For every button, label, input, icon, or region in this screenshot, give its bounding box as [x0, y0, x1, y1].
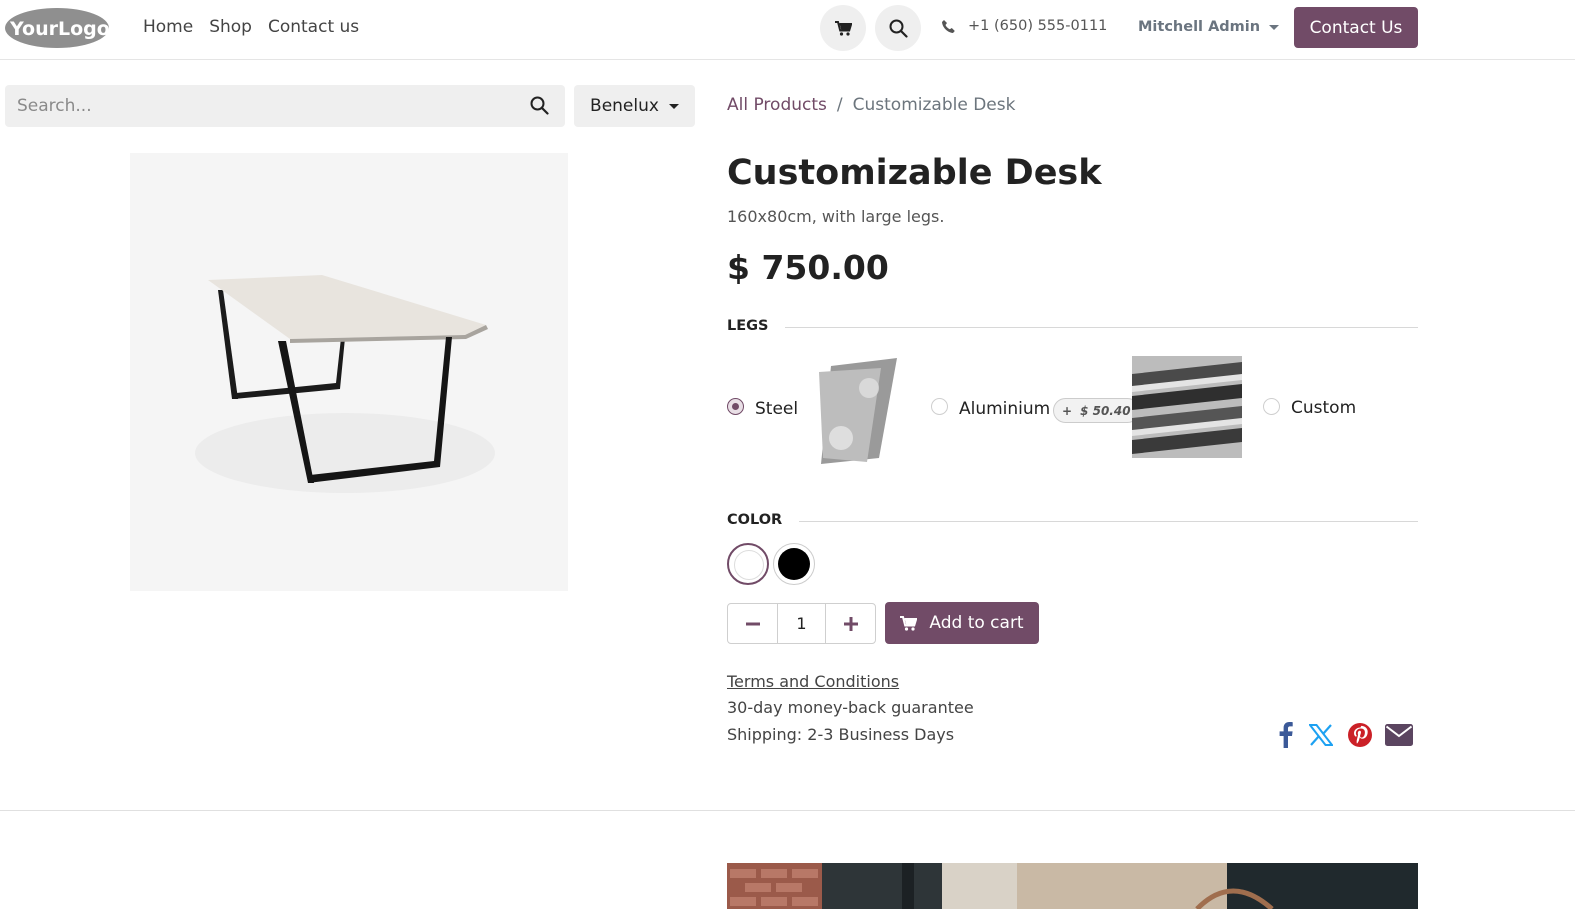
legs-option-steel-label[interactable]: Steel	[755, 399, 798, 419]
quantity-increase-button[interactable]	[826, 604, 875, 643]
legs-option-steel-image[interactable]	[817, 358, 899, 464]
facebook-icon	[1279, 722, 1293, 748]
pinterest-icon	[1348, 723, 1372, 747]
legs-option-steel-radio[interactable]	[727, 398, 744, 415]
divider	[799, 521, 1418, 522]
guarantee-text: 30-day money-back guarantee	[727, 698, 974, 717]
color-swatch-white[interactable]	[727, 543, 769, 585]
product-price: $ 750.00	[727, 248, 889, 287]
logo[interactable]: YourLogo	[4, 6, 110, 49]
legs-option-custom-radio[interactable]	[1263, 398, 1280, 415]
nav-shop[interactable]: Shop	[209, 17, 252, 37]
color-swatch-black[interactable]	[773, 543, 815, 585]
breadcrumb-current: Customizable Desk	[852, 95, 1016, 115]
phone-number: +1 (650) 555-0111	[968, 18, 1108, 34]
extra-price-value: $ 50.40	[1080, 403, 1131, 418]
share-pinterest[interactable]	[1345, 720, 1375, 750]
shipping-text: Shipping: 2-3 Business Days	[727, 725, 955, 744]
chevron-down-icon	[668, 103, 679, 109]
section-divider	[0, 810, 1575, 811]
product-image[interactable]	[130, 153, 568, 591]
phone-link[interactable]: +1 (650) 555-0111	[941, 18, 1107, 34]
header-search-button[interactable]	[875, 5, 921, 51]
product-title: Customizable Desk	[727, 153, 1102, 193]
cart-icon	[834, 20, 852, 36]
extra-price-badge: + $ 50.40	[1053, 398, 1140, 423]
pricelist-dropdown[interactable]: Benelux	[574, 85, 695, 127]
product-search	[5, 85, 565, 127]
main-nav: Home Shop Contact us	[143, 17, 375, 37]
legs-option-aluminium-label[interactable]: Aluminium	[959, 399, 1050, 419]
user-menu[interactable]: Mitchell Admin	[1138, 19, 1280, 35]
attribute-color-label: COLOR	[727, 512, 783, 528]
contact-us-button[interactable]: Contact Us	[1294, 7, 1418, 48]
site-header: YourLogo Home Shop Contact us +1 (650) 5…	[0, 0, 1575, 60]
quantity-stepper	[727, 603, 876, 644]
share-email[interactable]	[1384, 720, 1414, 750]
phone-icon	[942, 19, 955, 33]
share-facebook[interactable]	[1271, 720, 1301, 750]
add-to-cart-label: Add to cart	[929, 613, 1024, 633]
plus-icon	[843, 616, 858, 631]
lifestyle-image	[727, 863, 1418, 909]
legs-option-custom-label[interactable]: Custom	[1291, 398, 1356, 418]
breadcrumb-separator: /	[836, 95, 843, 115]
add-to-cart-button[interactable]: Add to cart	[885, 602, 1039, 644]
quantity-input[interactable]	[777, 604, 826, 643]
breadcrumb: All Products / Customizable Desk	[727, 95, 1015, 115]
attribute-legs-label: LEGS	[727, 318, 769, 334]
user-name: Mitchell Admin	[1138, 19, 1261, 35]
share-x-twitter[interactable]	[1306, 720, 1336, 750]
legs-option-aluminium-radio[interactable]	[931, 398, 948, 415]
product-description: 160x80cm, with large legs.	[727, 207, 945, 226]
minus-icon	[745, 622, 760, 625]
breadcrumb-all-products[interactable]: All Products	[727, 95, 827, 115]
search-input[interactable]	[17, 85, 497, 127]
divider	[785, 327, 1418, 328]
extra-price-sign: +	[1062, 403, 1073, 418]
nav-home[interactable]: Home	[143, 17, 193, 37]
x-twitter-icon	[1309, 724, 1333, 746]
legs-option-aluminium-image[interactable]	[1132, 356, 1242, 458]
chevron-down-icon	[1269, 24, 1280, 30]
search-icon	[889, 19, 908, 38]
search-icon[interactable]	[530, 96, 549, 115]
terms-link[interactable]: Terms and Conditions	[727, 672, 899, 691]
quantity-decrease-button[interactable]	[728, 604, 777, 643]
email-icon	[1385, 724, 1413, 746]
cart-icon	[900, 615, 918, 631]
pricelist-value: Benelux	[590, 96, 659, 116]
logo-text: YourLogo	[9, 18, 110, 40]
cart-button[interactable]	[820, 5, 866, 51]
nav-contact-us[interactable]: Contact us	[268, 17, 359, 37]
